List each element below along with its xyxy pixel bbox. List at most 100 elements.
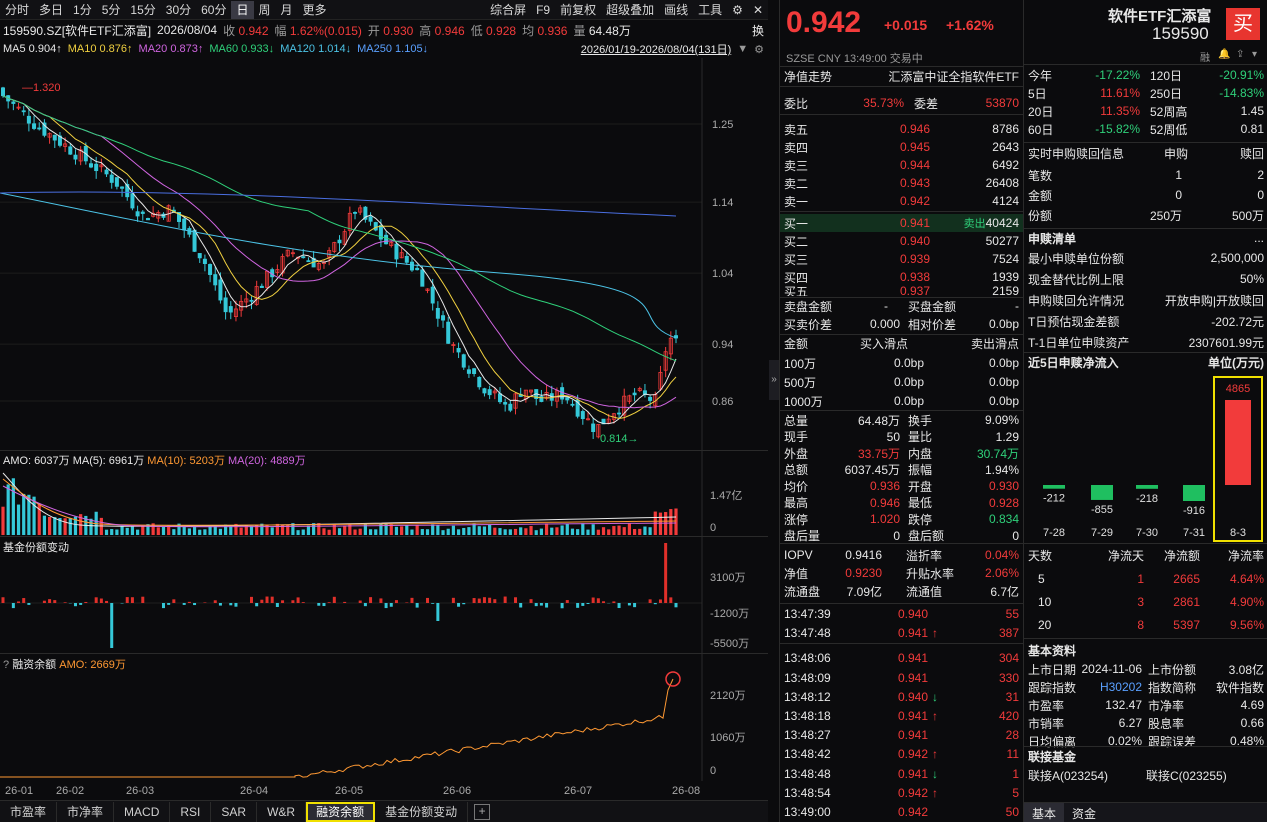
amo-bar [632, 528, 637, 535]
tick-time: 13:48:48 [784, 766, 831, 781]
candle-body [37, 127, 42, 130]
bid-row-4: 买五 0.937 2159 [780, 286, 1023, 296]
candle-body [337, 239, 342, 244]
amo-bar [586, 529, 590, 535]
toolbar-right-item-5[interactable]: 工具 [693, 1, 727, 19]
indicator-tab-1[interactable]: 市净率 [57, 801, 115, 822]
toolbar-item-5[interactable]: 30分 [161, 1, 196, 19]
list-more[interactable]: ... [1254, 231, 1264, 245]
indicator-tab-4[interactable]: SAR [211, 801, 258, 822]
toolbar-item-6[interactable]: 60分 [196, 1, 231, 19]
candle-body [32, 123, 37, 129]
add-tab-icon[interactable]: + [474, 803, 491, 820]
iopv-label: 流通盘 [784, 584, 821, 599]
candle-body [472, 368, 477, 375]
stat-row-0: 总量 64.48万 换手 9.09% [780, 411, 1023, 429]
settings-icon[interactable]: ⚙ [754, 43, 764, 56]
toolbar-right-item-2[interactable]: 前复权 [555, 1, 601, 19]
tick-price: 0.941 [897, 766, 928, 781]
fund-bar [255, 603, 259, 607]
close-icon[interactable]: ✕ [748, 1, 768, 19]
indicator-tab-5[interactable]: W&R [257, 801, 307, 822]
slip-hdr-1: 买入滑点 [859, 336, 908, 351]
toolbar-item-10[interactable]: 更多 [298, 1, 332, 19]
share-icon[interactable]: ⇪ [1236, 49, 1244, 60]
candle-body [306, 260, 311, 263]
amo-axis-zero: 0 [710, 522, 716, 534]
tick-time: 13:48:06 [784, 651, 831, 666]
sg-label: 金额 [1028, 188, 1053, 203]
tick-time: 13:47:39 [784, 607, 831, 621]
fund-bar [602, 601, 606, 603]
sg-label: 笔数 [1028, 168, 1053, 183]
indicator-tab-2[interactable]: MACD [114, 801, 171, 822]
info-tabs: 基本 资金 [1024, 802, 1267, 822]
toolbar-item-7[interactable]: 日 [231, 0, 254, 19]
indicator-tab-3[interactable]: RSI [170, 801, 212, 822]
indicator-tab-0[interactable]: 市盈率 [0, 801, 58, 822]
security-code: 159590.SZ[软件ETF汇添富] [3, 23, 152, 38]
toolbar-item-3[interactable]: 5分 [97, 1, 126, 19]
net-rate: 4.90% [1229, 595, 1264, 609]
collapse-icon[interactable]: » [769, 360, 779, 400]
more-icon[interactable]: ▾ [1252, 49, 1257, 60]
stat-value-2: 0.834 [988, 512, 1019, 526]
gear-icon[interactable]: ⚙ [727, 1, 748, 19]
basic-value: 2024-11-06 [1081, 662, 1143, 676]
toolbar-item-8[interactable]: 周 [254, 1, 276, 19]
divider [1024, 64, 1267, 65]
dropdown-icon[interactable]: ▼ [737, 43, 748, 55]
tick-volume: 31 [1005, 689, 1019, 704]
toolbar-item-2[interactable]: 1分 [68, 1, 97, 19]
amo-bar [296, 530, 300, 535]
basic-row-2: 市盈率 132.47 市净率 4.69 [1024, 696, 1267, 714]
stat-row-1: 现手 50 量比 1.29 [780, 428, 1023, 446]
date-range[interactable]: 2026/01/19-2026/08/04(131日) [581, 41, 731, 57]
stat-row-5: 最高 0.946 最低 0.928 [780, 494, 1023, 512]
fund-bar [172, 599, 176, 603]
net-header: 天数 净流天 净流额 净流率 [1024, 546, 1267, 564]
toolbar-right-item-1[interactable]: F9 [531, 1, 555, 19]
date-axis-label: 26-06 [443, 785, 471, 797]
candle-body [73, 154, 78, 160]
perf-label-2: 250日 [1150, 86, 1183, 101]
fund-bar [94, 597, 98, 603]
toolbar-right-item-4[interactable]: 画线 [659, 1, 693, 19]
fund-bar [203, 602, 207, 603]
indicator-tabs: 市盈率 市净率 MACD RSI SAR W&R 融资余额 基金份额变动 + [0, 800, 768, 822]
fund-bar [576, 603, 580, 608]
ask-volume: 6492 [992, 158, 1019, 172]
low-mark: 0.814→ [600, 433, 639, 445]
toolbar-item-1[interactable]: 多日 [34, 1, 68, 19]
info-tab-1[interactable]: 资金 [1064, 803, 1104, 822]
kline-chart[interactable]: 1.25 1.14 1.04 0.94 0.86 —1.320 0.814→ [0, 58, 768, 450]
switch-button[interactable]: 换 [752, 22, 764, 39]
tick-time: 13:47:48 [784, 626, 831, 641]
toolbar-right-item-0[interactable]: 综合屏 [485, 1, 531, 19]
candle-body [197, 253, 202, 259]
link-c[interactable]: 联接C(023255) [1146, 767, 1227, 784]
buy-button[interactable]: 买 [1226, 8, 1260, 40]
toolbar-item-0[interactable]: 分时 [0, 1, 34, 19]
info-tab-0[interactable]: 基本 [1024, 803, 1065, 822]
alert-icon[interactable]: 🔔 [1218, 49, 1230, 60]
perf-value: -17.22% [1095, 68, 1140, 82]
date-axis-label: 26-01 [5, 785, 33, 797]
slip-hdr-0: 金额 [784, 336, 809, 351]
fund-bar [11, 603, 15, 609]
toolbar-item-4[interactable]: 15分 [125, 1, 160, 19]
perf-row-1: 5日 11.61% 250日 -14.83% [1024, 84, 1267, 102]
toolbar-item-9[interactable]: 月 [276, 1, 298, 19]
fund-bar [514, 597, 518, 603]
link-a[interactable]: 联接A(023254) [1028, 767, 1146, 784]
amo-bar [270, 527, 274, 535]
toolbar-right-item-3[interactable]: 超级叠加 [601, 1, 659, 19]
tick-arrow: ↑ [932, 709, 938, 723]
stat-label: 涨停 [784, 512, 809, 527]
indicator-tab-7[interactable]: 基金份额变动 [375, 801, 469, 822]
iopv-label-2: 溢折率 [906, 548, 943, 563]
indicator-tab-6[interactable]: 融资余额 [306, 801, 376, 822]
tick-volume: 1 [1012, 766, 1019, 781]
amo-bar [674, 508, 678, 535]
iopv-label: 净值 [784, 566, 809, 581]
